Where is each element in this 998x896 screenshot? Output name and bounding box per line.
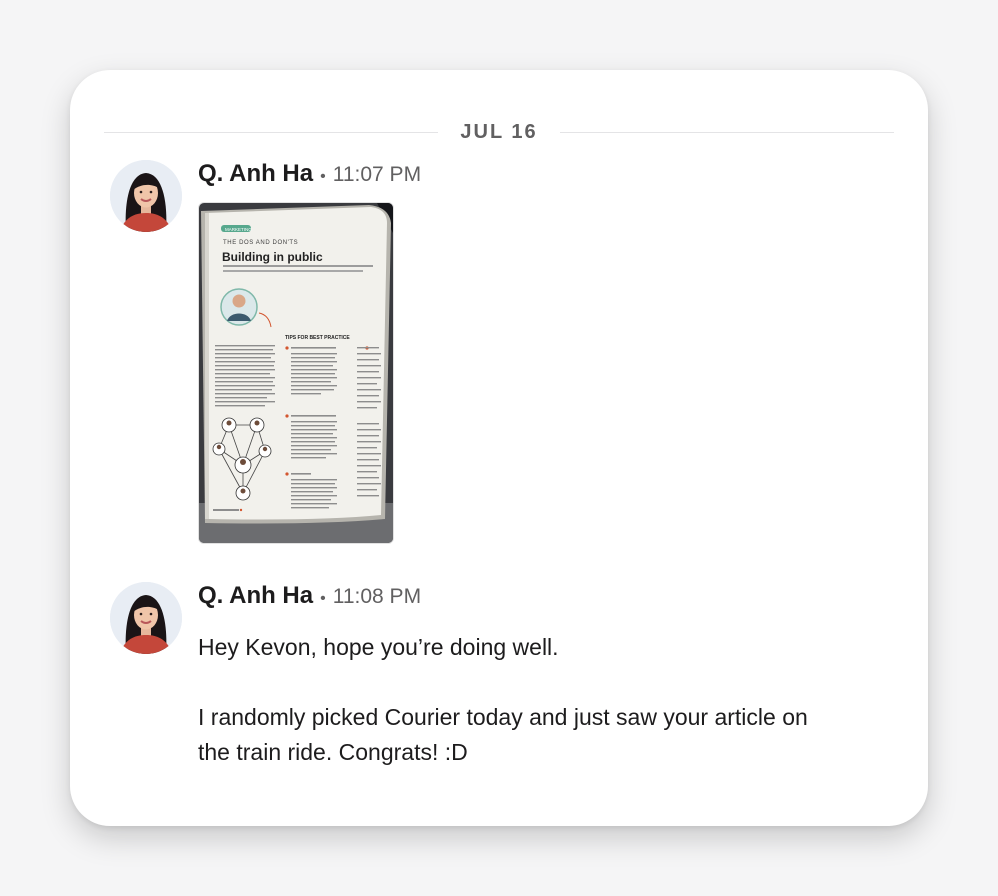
magazine-photo: MARKETING THE DOS AND DON'TS Building in…: [199, 203, 393, 543]
separator-dot: •: [320, 590, 326, 607]
timestamp[interactable]: 11:07 PM: [333, 163, 421, 187]
magazine-label: MARKETING: [225, 227, 252, 232]
avatar-image: [110, 582, 182, 654]
separator-dot: •: [320, 168, 326, 185]
message-item: Q. Anh Ha • 11:08 PM Hey Kevon, hope you…: [110, 582, 888, 802]
message-paragraph: Hey Kevon, hope you’re doing well.: [198, 634, 559, 660]
author-name[interactable]: Q. Anh Ha: [198, 582, 313, 610]
timestamp[interactable]: 11:08 PM: [333, 585, 421, 609]
image-attachment[interactable]: MARKETING THE DOS AND DON'TS Building in…: [198, 202, 394, 544]
divider-line-left: [104, 131, 439, 133]
divider-line-right: [559, 131, 895, 133]
message-paragraph: I randomly picked Courier today and just…: [198, 704, 808, 765]
magazine-section-heading: TIPS FOR BEST PRACTICE: [285, 335, 350, 341]
avatar[interactable]: [110, 160, 182, 232]
message-header: Q. Anh Ha • 11:08 PM: [198, 582, 421, 614]
date-divider: JUL 16: [104, 118, 895, 146]
author-name[interactable]: Q. Anh Ha: [198, 160, 313, 188]
avatar-image: [110, 160, 182, 232]
message-header: Q. Anh Ha • 11:07 PM: [198, 160, 421, 192]
message-card: JUL 16 Q. Anh Ha • 11:07 PM MARKETING TH…: [70, 70, 928, 826]
avatar[interactable]: [110, 582, 182, 654]
magazine-title: Building in public: [222, 250, 323, 264]
magazine-kicker: THE DOS AND DON'TS: [223, 240, 298, 246]
message-item: Q. Anh Ha • 11:07 PM MARKETING THE DOS A…: [110, 160, 888, 560]
message-body: Hey Kevon, hope you’re doing well. I ran…: [198, 630, 838, 770]
date-label[interactable]: JUL 16: [438, 121, 559, 144]
